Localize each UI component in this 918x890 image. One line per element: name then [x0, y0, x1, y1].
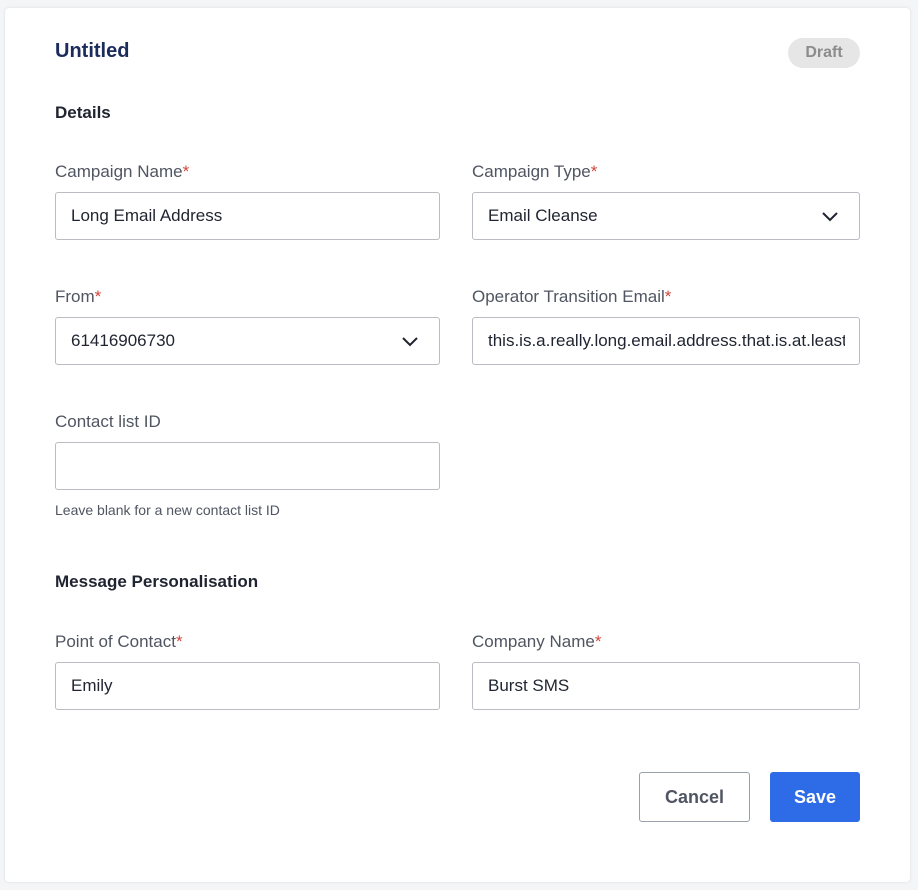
company-name-input[interactable] — [488, 663, 846, 709]
campaign-name-field[interactable] — [55, 192, 440, 240]
point-of-contact-input[interactable] — [71, 663, 429, 709]
required-mark: * — [175, 632, 183, 651]
required-mark: * — [94, 287, 102, 306]
campaign-name-input[interactable] — [71, 193, 429, 239]
required-mark: * — [594, 632, 602, 651]
company-name-label: Company Name* — [472, 632, 601, 652]
status-badge: Draft — [788, 38, 860, 68]
from-label-text: From — [55, 287, 95, 306]
operator-email-field[interactable] — [472, 317, 860, 365]
save-button[interactable]: Save — [770, 772, 860, 822]
point-of-contact-field[interactable] — [55, 662, 440, 710]
required-mark: * — [664, 287, 672, 306]
section-title-details: Details — [55, 103, 111, 122]
company-name-field[interactable] — [472, 662, 860, 710]
contact-list-id-field[interactable] — [55, 442, 440, 490]
contact-list-id-label: Contact list ID — [55, 412, 161, 431]
point-of-contact-label: Point of Contact* — [55, 632, 183, 652]
campaign-type-label: Campaign Type* — [472, 162, 597, 182]
chevron-down-icon[interactable] — [401, 334, 419, 348]
from-label: From* — [55, 287, 101, 307]
cancel-button[interactable]: Cancel — [639, 772, 750, 822]
campaign-name-label: Campaign Name* — [55, 162, 189, 182]
operator-email-label-text: Operator Transition Email — [472, 287, 665, 306]
operator-email-label: Operator Transition Email* — [472, 287, 671, 307]
campaign-form-card: Untitled Draft Details Campaign Name* Ca… — [5, 8, 910, 882]
campaign-name-label-text: Campaign Name — [55, 162, 183, 181]
section-title-personalisation: Message Personalisation — [55, 572, 259, 591]
campaign-type-label-text: Campaign Type — [472, 162, 591, 181]
required-mark: * — [182, 162, 190, 181]
contact-list-id-input[interactable] — [71, 443, 429, 489]
campaign-type-value: Email Cleanse — [488, 206, 598, 225]
required-mark: * — [590, 162, 598, 181]
point-of-contact-label-text: Point of Contact — [55, 632, 176, 651]
contact-list-id-help: Leave blank for a new contact list ID — [55, 502, 280, 518]
company-name-label-text: Company Name — [472, 632, 595, 651]
operator-email-input[interactable] — [488, 318, 845, 364]
page-title: Untitled — [55, 40, 130, 62]
from-value: 61416906730 — [71, 331, 176, 350]
campaign-type-select[interactable]: Email Cleanse — [472, 192, 860, 240]
from-select[interactable]: 61416906730 — [55, 317, 440, 365]
chevron-down-icon[interactable] — [821, 209, 839, 223]
